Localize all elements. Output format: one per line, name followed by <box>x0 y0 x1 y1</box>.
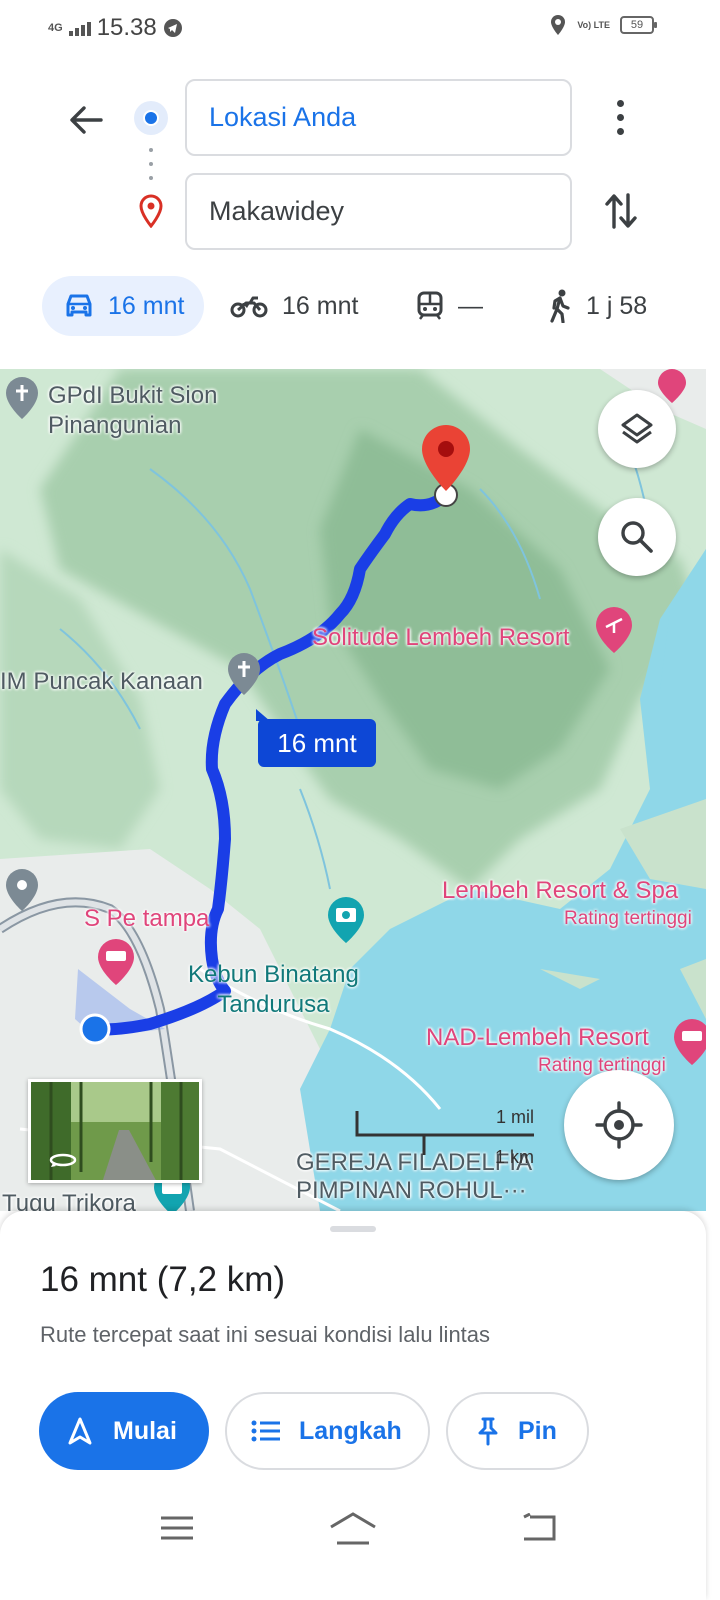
steps-label: Langkah <box>299 1416 402 1445</box>
volte-icon: Vo) LTE <box>577 19 610 30</box>
poi-puncak-label[interactable]: IM Puncak Kanaan <box>0 667 203 697</box>
route-summary: 16 mnt (7,2 km) <box>40 1260 286 1299</box>
back-arrow-icon <box>70 106 103 134</box>
poi-solitude-label[interactable]: Solitude Lembeh Resort <box>312 623 569 653</box>
signal-icon <box>68 20 91 36</box>
scale-mil-label: 1 mil <box>495 1107 534 1127</box>
swap-button[interactable] <box>598 188 644 234</box>
back-button[interactable] <box>62 96 110 144</box>
my-location-icon <box>595 1101 643 1149</box>
location-icon <box>551 15 566 35</box>
poi-kebun-label[interactable]: Kebun Binatang Tandurusa <box>188 960 359 1020</box>
menu-nav-button[interactable] <box>152 1508 202 1548</box>
status-right: Vo) LTE 59 <box>549 14 657 36</box>
status-time: 15.38 <box>96 14 157 41</box>
mode-transit-label: — <box>458 291 483 320</box>
pushpin-icon <box>478 1417 498 1446</box>
sheet-drag-handle[interactable] <box>330 1226 376 1232</box>
search-icon <box>621 521 653 553</box>
start-button[interactable]: Mulai <box>39 1392 209 1470</box>
mode-walking-label: 1 j 58 <box>586 291 648 320</box>
menu-icon <box>161 1516 193 1540</box>
system-nav-bar <box>0 1490 706 1570</box>
telegram-icon <box>163 19 182 37</box>
poi-lembeh-spa-label[interactable]: Lembeh Resort & Spa <box>442 876 678 906</box>
destination-input[interactable]: Makawidey <box>185 173 572 250</box>
street-view-thumbnail[interactable] <box>28 1079 202 1183</box>
destination-pin-icon <box>139 194 163 228</box>
more-vert-icon <box>616 99 624 107</box>
poi-gpdi-label[interactable]: GPdI Bukit Sion Pinangunian <box>48 381 217 441</box>
mode-transit-tab[interactable]: — <box>416 276 483 336</box>
home-nav-button[interactable] <box>328 1508 378 1548</box>
list-icon <box>251 1420 280 1442</box>
back-nav-icon <box>523 1513 556 1541</box>
route-dots <box>149 148 153 180</box>
origin-dot-icon <box>134 101 168 135</box>
start-label: Mulai <box>113 1416 177 1445</box>
mode-driving-tab[interactable]: 16 mnt <box>42 276 204 336</box>
poi-nad-label[interactable]: NAD-Lembeh Resort <box>426 1023 649 1053</box>
car-icon <box>66 294 92 317</box>
poi-lembeh-spa-rating: Rating tertinggi <box>564 908 692 929</box>
layers-icon <box>621 413 653 444</box>
status-left: 4G 15.38 <box>48 14 183 42</box>
poi-tugu-label[interactable]: Tugu Trikora <box>2 1189 136 1211</box>
walk-icon <box>550 289 570 323</box>
layers-button[interactable] <box>598 390 676 468</box>
origin-input[interactable]: Lokasi Anda <box>185 79 572 156</box>
route-subtext: Rute tercepat saat ini sesuai kondisi la… <box>40 1322 491 1347</box>
mode-motorcycle-tab[interactable]: 16 mnt <box>230 276 358 336</box>
steps-button[interactable]: Langkah <box>225 1392 430 1470</box>
navigation-arrow-icon <box>68 1417 92 1445</box>
home-icon <box>330 1512 376 1545</box>
transit-icon <box>417 291 443 320</box>
swap-icon <box>605 193 637 229</box>
more-options-button[interactable] <box>598 94 642 140</box>
pin-button[interactable]: Pin <box>446 1392 589 1470</box>
network-type: 4G <box>48 22 63 34</box>
map-scale: 1 mil 1 km <box>354 1107 536 1181</box>
rotate-360-icon <box>49 1153 77 1167</box>
mode-motorcycle-label: 16 mnt <box>282 291 359 320</box>
mode-walking-tab[interactable]: 1 j 58 <box>548 276 647 336</box>
pin-label: Pin <box>518 1416 557 1445</box>
mode-driving-label: 16 mnt <box>108 291 185 320</box>
map-view[interactable]: GPdI Bukit Sion Pinangunian IM Puncak Ka… <box>0 369 706 1211</box>
route-eta-callout[interactable]: 16 mnt <box>256 709 376 767</box>
motorcycle-icon <box>230 296 268 318</box>
status-bar: 4G 15.38 Vo) LTE 59 <box>0 0 720 56</box>
battery-icon: 59 <box>620 16 657 34</box>
back-nav-button[interactable] <box>514 1508 564 1548</box>
search-map-button[interactable] <box>598 498 676 576</box>
my-location-button[interactable] <box>564 1070 674 1180</box>
battery-level: 59 <box>630 19 644 31</box>
poi-s-pe-tampa-label[interactable]: S Pe tampa <box>84 904 209 934</box>
scale-km-label: 1 km <box>494 1147 534 1167</box>
